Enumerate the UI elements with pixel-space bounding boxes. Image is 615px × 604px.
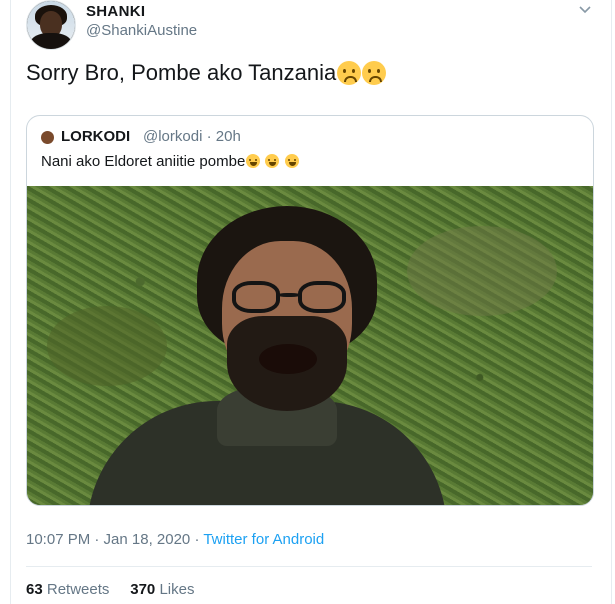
tears-of-joy-icon	[284, 154, 299, 168]
worried-face-icon	[362, 61, 387, 85]
quoted-text: Nani ako Eldoret aniitie pombe	[41, 153, 299, 170]
quoted-text-body: Nani ako Eldoret aniitie pombe	[41, 153, 246, 170]
tweet-text: Sorry Bro, Pombe ako Tanzania	[26, 60, 387, 86]
retweets-stat[interactable]: 63 Retweets	[26, 581, 109, 598]
tweet-meta: 10:07 PM · Jan 18, 2020 · Twitter for An…	[26, 531, 324, 548]
quoted-tweet[interactable]: LORKODI @lorkodi · 20h Nani ako Eldoret …	[26, 115, 594, 506]
quoted-avatar[interactable]	[41, 131, 54, 144]
divider	[26, 566, 592, 567]
quoted-author-handle[interactable]: @lorkodi · 20h	[143, 128, 241, 145]
tears-of-joy-icon	[265, 154, 280, 168]
quoted-author-name[interactable]: LORKODI	[61, 128, 130, 145]
author-handle[interactable]: @ShankiAustine	[86, 22, 197, 39]
tired-face-icon	[246, 154, 261, 168]
author-avatar[interactable]	[26, 0, 76, 50]
tweet-timestamp[interactable]: 10:07 PM · Jan 18, 2020 ·	[26, 531, 203, 548]
likes-stat[interactable]: 370 Likes	[130, 581, 194, 598]
tweet-stats: 63 Retweets 370 Likes	[26, 581, 194, 598]
tweet-text-body: Sorry Bro, Pombe ako Tanzania	[26, 60, 337, 85]
worried-face-icon	[337, 61, 362, 85]
chevron-down-icon[interactable]	[578, 3, 592, 17]
author-name[interactable]: SHANKI	[86, 3, 145, 20]
source-link[interactable]: Twitter for Android	[203, 531, 324, 548]
quoted-photo[interactable]	[27, 186, 593, 505]
